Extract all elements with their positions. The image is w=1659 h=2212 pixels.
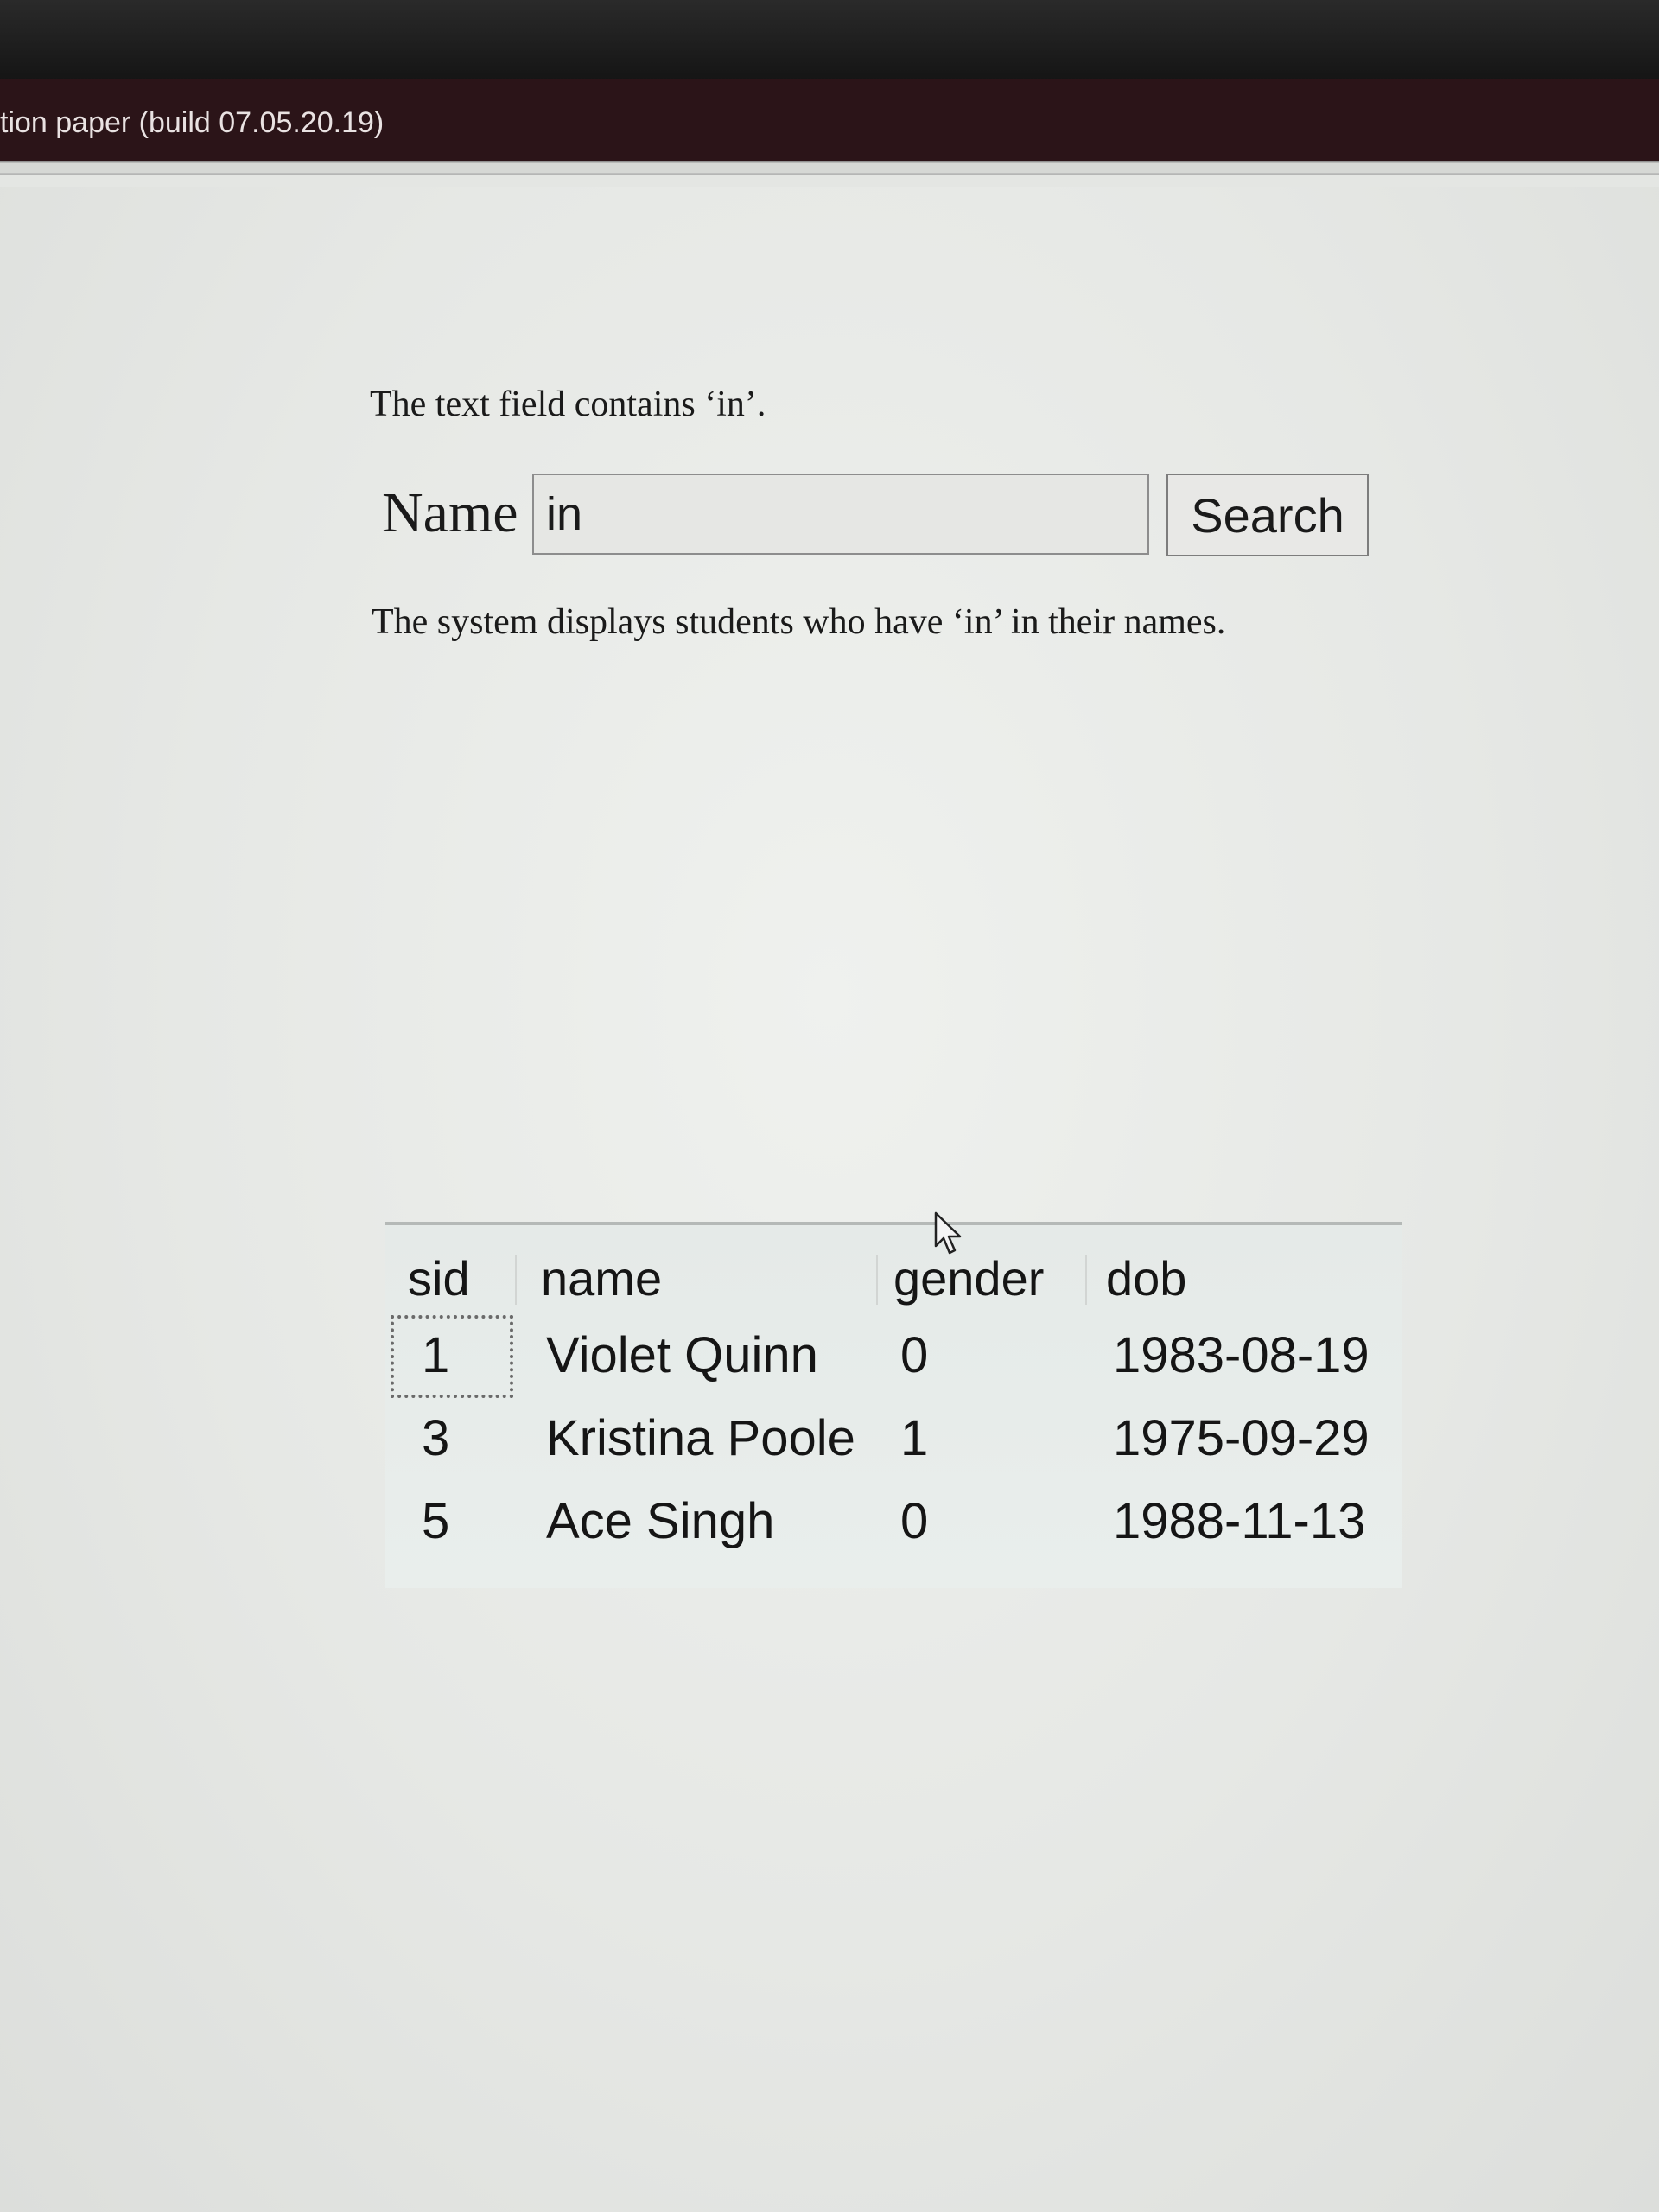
cell-gender[interactable]: 0	[900, 1327, 928, 1384]
instruction-caption: The text field contains ‘in’.	[370, 385, 766, 424]
window-title: tion paper (build 07.05.20.19)	[0, 106, 385, 139]
cell-dob[interactable]: 1975-09-29	[1113, 1410, 1370, 1467]
column-header-name[interactable]: name	[541, 1251, 662, 1306]
cell-sid[interactable]: 1	[422, 1327, 449, 1384]
result-caption: The system displays students who have ‘i…	[372, 602, 1226, 642]
column-divider[interactable]	[876, 1255, 878, 1305]
cell-dob[interactable]: 1988-11-13	[1113, 1493, 1365, 1550]
cell-gender[interactable]: 1	[900, 1410, 928, 1467]
cell-name[interactable]: Ace Singh	[546, 1493, 774, 1550]
monitor-bezel	[0, 0, 1659, 79]
mouse-pointer-icon	[934, 1211, 962, 1255]
search-button[interactable]: Search	[1166, 474, 1369, 556]
column-divider[interactable]	[1085, 1255, 1087, 1305]
column-header-sid[interactable]: sid	[408, 1251, 470, 1306]
cell-name[interactable]: Violet Quinn	[546, 1327, 818, 1384]
cell-sid[interactable]: 5	[422, 1493, 449, 1550]
name-input[interactable]	[532, 474, 1149, 555]
title-bar-separator	[0, 161, 1659, 187]
column-header-gender[interactable]: gender	[893, 1251, 1044, 1306]
focused-cell-outline	[391, 1315, 513, 1398]
name-label: Name	[382, 481, 518, 544]
column-header-dob[interactable]: dob	[1106, 1251, 1186, 1306]
cell-sid[interactable]: 3	[422, 1410, 449, 1467]
form-content: The text field contains ‘in’. Name Searc…	[0, 187, 1659, 2212]
cell-name[interactable]: Kristina Poole	[546, 1410, 855, 1467]
cell-gender[interactable]: 0	[900, 1493, 928, 1550]
column-divider[interactable]	[515, 1255, 517, 1305]
students-grid[interactable]: sid name gender dob 1 Violet Quinn 0 198…	[385, 1222, 1402, 1588]
cell-dob[interactable]: 1983-08-19	[1113, 1327, 1370, 1384]
